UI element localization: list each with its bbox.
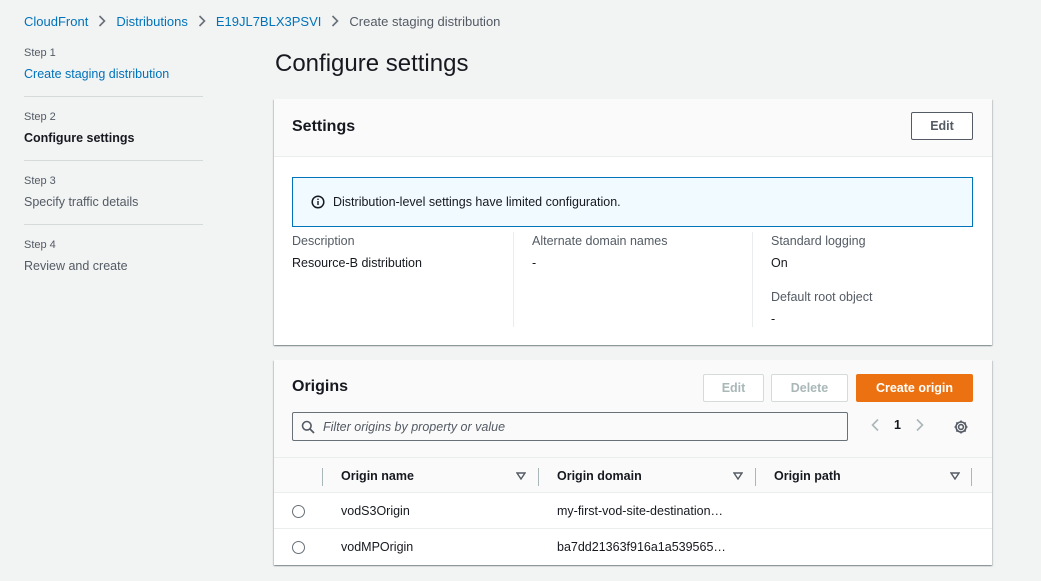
row-select-radio[interactable] [292, 541, 305, 554]
row-select-radio[interactable] [292, 505, 305, 518]
step-number: Step 1 [24, 47, 56, 59]
logging-field: Standard logging On Default root object … [752, 232, 982, 327]
current-page-number[interactable]: 1 [894, 418, 901, 432]
origins-panel: Origins Edit Delete Create origin Filter… [274, 360, 992, 565]
settings-edit-button[interactable]: Edit [911, 112, 973, 140]
column-divider [755, 468, 756, 486]
step-title-review-create: Review and create [24, 259, 128, 273]
column-header-origin-path[interactable]: Origin path [774, 459, 960, 493]
standard-logging-value: On [771, 256, 788, 270]
table-row[interactable]: vodS3Origin my-first-vod-site-destinatio… [274, 492, 992, 528]
origin-domain-cell: ba7dd21363f916a1a539565… [557, 540, 726, 554]
column-label: Origin path [774, 469, 841, 483]
settings-panel-header: Settings Edit [274, 99, 992, 157]
column-header-origin-domain[interactable]: Origin domain [557, 459, 743, 493]
step-link-create-staging[interactable]: Create staging distribution [24, 65, 203, 83]
column-header-origin-name[interactable]: Origin name [341, 459, 526, 493]
sort-caret-icon[interactable] [733, 472, 743, 480]
default-root-object-label: Default root object [771, 290, 873, 304]
default-root-object-value: - [771, 312, 776, 326]
search-icon [301, 420, 315, 434]
column-label: Origin domain [557, 469, 642, 483]
breadcrumb-current: Create staging distribution [349, 13, 501, 29]
description-label: Description [292, 234, 355, 248]
info-alert: Distribution-level settings have limited… [292, 177, 973, 227]
previous-page-icon[interactable] [870, 418, 880, 432]
description-field: Description Resource-B distribution [292, 232, 513, 327]
origin-domain-cell: my-first-vod-site-destination… [557, 504, 724, 518]
wizard-step-1: Step 1 Create staging distribution [24, 46, 203, 97]
table-row[interactable]: vodMPOrigin ba7dd21363f916a1a539565… [274, 528, 992, 564]
step-title-traffic-details: Specify traffic details [24, 195, 139, 209]
origins-panel-header: Origins Edit Delete Create origin Filter… [274, 360, 992, 458]
step-number: Step 2 [24, 111, 56, 123]
info-alert-text: Distribution-level settings have limited… [333, 195, 621, 209]
settings-title: Settings [292, 118, 356, 135]
sort-caret-icon[interactable] [950, 472, 960, 480]
next-page-icon[interactable] [915, 418, 925, 432]
alternate-domain-field: Alternate domain names - [513, 232, 752, 327]
alternate-domain-label: Alternate domain names [532, 234, 668, 248]
origin-name-cell: vodS3Origin [341, 504, 410, 518]
step-title-configure-settings: Configure settings [24, 131, 135, 145]
chevron-right-icon [198, 15, 206, 27]
breadcrumb: CloudFront Distributions E19JL7BLX3PSVI … [24, 12, 500, 30]
settings-panel: Settings Edit Distribution-level setting… [274, 99, 992, 345]
alternate-domain-value: - [532, 256, 537, 270]
wizard-step-3: Step 3 Specify traffic details [24, 174, 203, 225]
column-divider [322, 468, 323, 486]
step-number: Step 3 [24, 175, 56, 187]
breadcrumb-cloudfront[interactable]: CloudFront [24, 14, 88, 29]
origins-delete-button[interactable]: Delete [771, 374, 848, 402]
origins-title: Origins [292, 378, 349, 395]
page-title: Configure settings [275, 50, 469, 77]
chevron-right-icon [331, 15, 340, 27]
column-label: Origin name [341, 469, 414, 483]
chevron-right-icon [98, 15, 106, 27]
standard-logging-label: Standard logging [771, 234, 866, 248]
pagination: 1 [870, 418, 925, 432]
wizard-steps: Step 1 Create staging distribution Step … [24, 46, 203, 301]
column-divider [971, 468, 972, 486]
column-divider [538, 468, 539, 486]
origins-edit-button[interactable]: Edit [703, 374, 764, 402]
gear-icon[interactable] [953, 419, 969, 435]
sort-caret-icon[interactable] [516, 472, 526, 480]
info-icon [311, 195, 325, 209]
filter-placeholder: Filter origins by property or value [323, 419, 506, 434]
wizard-step-4: Step 4 Review and create [24, 238, 203, 288]
step-number: Step 4 [24, 239, 56, 251]
origin-name-cell: vodMPOrigin [341, 540, 414, 554]
description-value: Resource-B distribution [292, 256, 422, 270]
create-origin-button[interactable]: Create origin [856, 374, 973, 402]
breadcrumb-distribution-id[interactable]: E19JL7BLX3PSVI [216, 14, 322, 29]
origins-filter-input[interactable]: Filter origins by property or value [292, 412, 848, 441]
breadcrumb-distributions[interactable]: Distributions [116, 14, 188, 29]
wizard-step-2: Step 2 Configure settings [24, 110, 203, 161]
